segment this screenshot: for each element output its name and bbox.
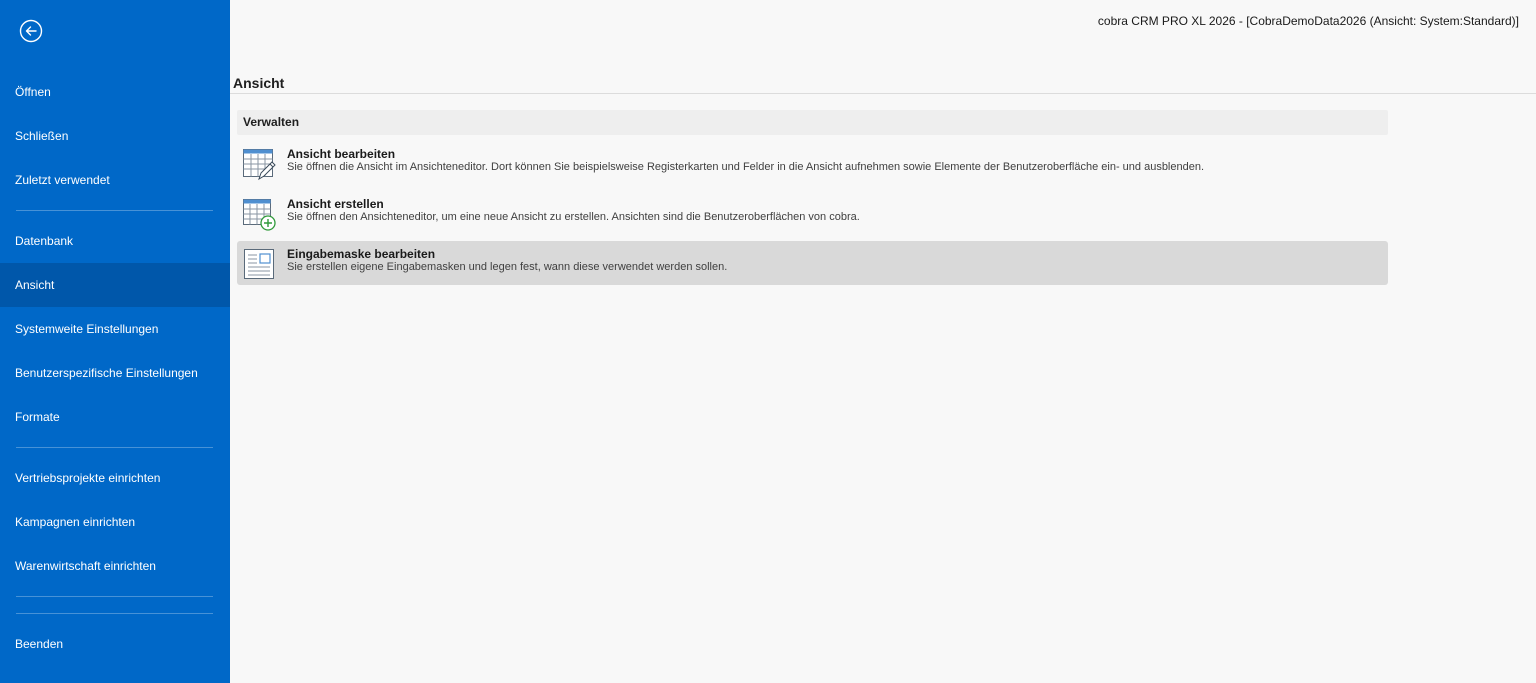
edit-view-icon [242,147,276,181]
sidebar-item-warenwirtschaft-einrichten[interactable]: Warenwirtschaft einrichten [0,544,230,588]
sidebar-item-vertriebsprojekte-einrichten[interactable]: Vertriebsprojekte einrichten [0,456,230,500]
sidebar-item-formate[interactable]: Formate [0,395,230,439]
command-title: Ansicht bearbeiten [287,147,396,161]
command-description: Sie erstellen eigene Eingabemasken und l… [287,261,728,273]
sidebar-item-schliessen[interactable]: Schließen [0,114,230,158]
sidebar-item-kampagnen-einrichten[interactable]: Kampagnen einrichten [0,500,230,544]
ansicht-bearbeiten-button[interactable]: Ansicht bearbeiten Sie öffnen die Ansich… [237,141,1388,185]
back-arrow-circle-icon[interactable] [19,19,43,43]
command-title: Ansicht erstellen [287,197,384,211]
sidebar-divider [16,596,213,597]
backstage-sidebar: Öffnen Schließen Zuletzt verwendet Daten… [0,0,230,683]
sidebar-item-ansicht[interactable]: Ansicht [0,263,230,307]
app-window: Öffnen Schließen Zuletzt verwendet Daten… [0,0,1536,683]
sidebar-divider [16,210,213,211]
sidebar-item-benutzerspezifische-einstellungen[interactable]: Benutzerspezifische Einstellungen [0,351,230,395]
sidebar-divider [16,447,213,448]
sidebar-item-oeffnen[interactable]: Öffnen [0,70,230,114]
eingabemaske-bearbeiten-button[interactable]: Eingabemaske bearbeiten Sie erstellen ei… [237,241,1388,285]
section-divider [230,93,1536,94]
sidebar-item-datenbank[interactable]: Datenbank [0,219,230,263]
page-title: Ansicht [233,75,285,91]
group-header-verwalten: Verwalten [237,110,1388,135]
sidebar-item-zuletzt-verwendet[interactable]: Zuletzt verwendet [0,158,230,202]
sidebar-item-systemweite-einstellungen[interactable]: Systemweite Einstellungen [0,307,230,351]
sidebar-item-beenden[interactable]: Beenden [0,622,230,666]
command-title: Eingabemaske bearbeiten [287,247,436,261]
sidebar-divider [16,613,213,614]
ansicht-erstellen-button[interactable]: Ansicht erstellen Sie öffnen den Ansicht… [237,191,1388,235]
input-form-icon [242,247,276,281]
command-description: Sie öffnen die Ansicht im Ansichtenedito… [287,161,1205,173]
create-view-icon [242,197,276,231]
command-description: Sie öffnen den Ansichteneditor, um eine … [287,211,860,223]
window-title: cobra CRM PRO XL 2026 - [CobraDemoData20… [1097,14,1519,28]
